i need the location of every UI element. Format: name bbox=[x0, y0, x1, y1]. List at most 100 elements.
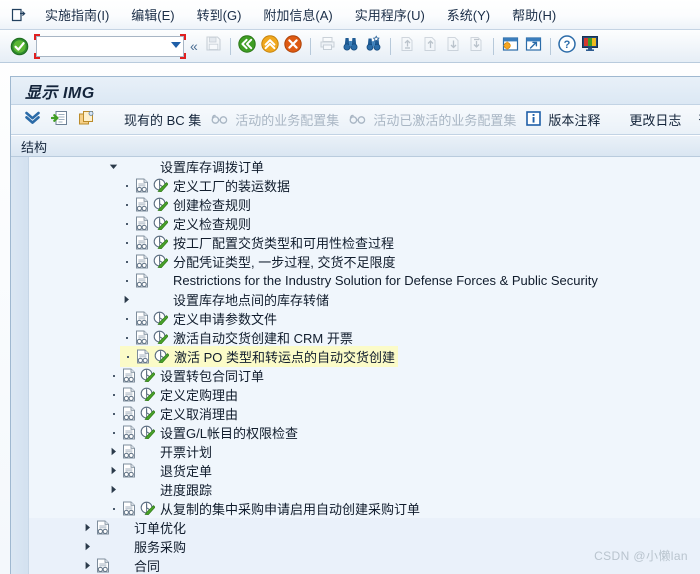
cancel-button[interactable] bbox=[282, 34, 305, 58]
img-activity-icon[interactable] bbox=[138, 499, 156, 518]
chevron-right-icon[interactable] bbox=[81, 556, 94, 574]
command-input[interactable] bbox=[36, 35, 184, 57]
tree-row[interactable]: 激活自动交货创建和 CRM 开票 bbox=[29, 328, 700, 347]
tree-row[interactable]: 定义申请参数文件 bbox=[29, 309, 700, 328]
chevron-right-icon[interactable] bbox=[81, 518, 94, 537]
menu-item-help[interactable]: 帮助(H) bbox=[501, 3, 567, 26]
first-page-button[interactable] bbox=[396, 35, 419, 58]
menu-item-implementation-guide[interactable]: 实施指南(I) bbox=[34, 3, 120, 26]
img-documentation-icon[interactable] bbox=[94, 556, 112, 574]
tree-row-label[interactable]: 订单优化 bbox=[130, 518, 186, 537]
existing-bc-sets-button[interactable]: 现有的 BC 集 bbox=[112, 108, 206, 132]
tree-row-label[interactable]: 激活自动交货创建和 CRM 开票 bbox=[169, 328, 353, 347]
tree-row[interactable]: 定义定购理由 bbox=[29, 385, 700, 404]
tree-row[interactable]: 进度跟踪 bbox=[29, 480, 700, 499]
img-documentation-icon[interactable] bbox=[133, 328, 151, 347]
tree-row-label[interactable]: 定义取消理由 bbox=[156, 404, 238, 423]
img-documentation-icon[interactable] bbox=[120, 461, 138, 480]
tree-row[interactable]: 按工厂配置交货类型和可用性检查过程 bbox=[29, 233, 700, 252]
column-header-structure[interactable]: 结构 bbox=[21, 137, 47, 156]
img-documentation-icon[interactable] bbox=[133, 271, 151, 290]
create-session-button[interactable] bbox=[499, 35, 522, 58]
img-activity-icon[interactable] bbox=[138, 366, 156, 385]
tree-row[interactable]: 退货定单 bbox=[29, 461, 700, 480]
chevron-down-icon[interactable] bbox=[107, 157, 120, 176]
expand-node-button[interactable] bbox=[46, 108, 73, 132]
img-activity-icon[interactable] bbox=[151, 252, 169, 271]
create-shortcut-button[interactable] bbox=[522, 35, 545, 58]
img-activity-icon[interactable] bbox=[151, 176, 169, 195]
tree-row[interactable]: 设置库存调拨订单 bbox=[29, 157, 700, 176]
menu-item-utilities[interactable]: 实用程序(U) bbox=[344, 3, 436, 26]
double-chevron-left-icon[interactable]: « bbox=[186, 35, 202, 58]
tree-row-label[interactable]: 分配凭证类型, 一步过程, 交货不足限度 bbox=[169, 252, 395, 271]
img-documentation-icon[interactable] bbox=[133, 309, 151, 328]
tree-row-label[interactable]: 定义定购理由 bbox=[156, 385, 238, 404]
menu-item-additional-information[interactable]: 附加信息(A) bbox=[252, 3, 343, 26]
activated-business-config-sets-button[interactable]: 活动已激活的业务配置集 bbox=[344, 108, 521, 132]
img-documentation-icon[interactable] bbox=[120, 442, 138, 461]
layout-menu-button[interactable] bbox=[579, 35, 602, 58]
tree-row[interactable]: 定义取消理由 bbox=[29, 404, 700, 423]
print-button[interactable] bbox=[316, 35, 339, 58]
tree-row[interactable]: 订单优化 bbox=[29, 518, 700, 537]
img-activity-icon[interactable] bbox=[138, 423, 156, 442]
save-button[interactable] bbox=[202, 35, 225, 58]
img-documentation-icon[interactable] bbox=[133, 214, 151, 233]
tree-row-label[interactable]: 从复制的集中采购申请启用自动创建采购订单 bbox=[156, 499, 420, 518]
green-check-enter-icon[interactable] bbox=[8, 35, 30, 57]
previous-page-button[interactable] bbox=[419, 35, 442, 58]
menu-item-goto[interactable]: 转到(G) bbox=[186, 3, 253, 26]
tree-row-label[interactable]: 进度跟踪 bbox=[156, 480, 212, 499]
tree-row-label[interactable]: 创建检查规则 bbox=[169, 195, 251, 214]
img-activity-icon[interactable] bbox=[151, 195, 169, 214]
img-activity-icon[interactable] bbox=[151, 233, 169, 252]
tree-row-label[interactable]: 定义检查规则 bbox=[169, 214, 251, 233]
img-activity-icon[interactable] bbox=[138, 404, 156, 423]
tree-row[interactable]: 从复制的集中采购申请启用自动创建采购订单 bbox=[29, 499, 700, 518]
img-documentation-icon[interactable] bbox=[120, 366, 138, 385]
img-activity-icon[interactable] bbox=[151, 309, 169, 328]
tree-row[interactable]: 服务采购 bbox=[29, 537, 700, 556]
help-button[interactable]: ? bbox=[556, 34, 579, 58]
collapse-all-button[interactable] bbox=[19, 108, 46, 132]
img-documentation-icon[interactable] bbox=[120, 404, 138, 423]
img-documentation-icon[interactable] bbox=[134, 347, 152, 366]
img-documentation-icon[interactable] bbox=[133, 176, 151, 195]
menu-item-system[interactable]: 系统(Y) bbox=[436, 3, 501, 26]
tree-row-label[interactable]: 设置库存地点间的库存转储 bbox=[169, 290, 329, 309]
tree-row-label[interactable]: 定义申请参数文件 bbox=[169, 309, 277, 328]
tree-row[interactable]: 设置库存地点间的库存转储 bbox=[29, 290, 700, 309]
find-next-button[interactable] bbox=[362, 35, 385, 58]
tree-row-label[interactable]: 定义工厂的装运数据 bbox=[169, 176, 290, 195]
img-documentation-icon[interactable] bbox=[133, 252, 151, 271]
tree-row[interactable]: 分配凭证类型, 一步过程, 交货不足限度 bbox=[29, 252, 700, 271]
tree-row-label[interactable]: 激活 PO 类型和转运点的自动交货创建 bbox=[170, 347, 395, 366]
tree-row-label[interactable]: 设置转包合同订单 bbox=[156, 366, 264, 385]
tree-row[interactable]: 设置G/L帐目的权限检查 bbox=[29, 423, 700, 442]
chevron-right-icon[interactable] bbox=[107, 442, 120, 461]
tree-row-label[interactable]: 按工厂配置交货类型和可用性检查过程 bbox=[169, 233, 394, 252]
tree-row-label[interactable]: 合同 bbox=[130, 556, 160, 574]
tree-row-label[interactable]: 设置G/L帐目的权限检查 bbox=[156, 423, 298, 442]
system-menu-icon[interactable] bbox=[8, 6, 28, 24]
img-activity-icon[interactable] bbox=[152, 347, 170, 366]
tree-row[interactable]: 合同 bbox=[29, 556, 700, 574]
otherwise-button[interactable]: 否则使 bbox=[686, 108, 700, 132]
find-button[interactable] bbox=[339, 35, 362, 58]
change-log-button[interactable]: 更改日志 bbox=[617, 108, 686, 132]
chevron-right-icon[interactable] bbox=[107, 480, 120, 499]
img-documentation-icon[interactable] bbox=[133, 195, 151, 214]
menu-item-edit[interactable]: 编辑(E) bbox=[120, 3, 185, 26]
img-documentation-icon[interactable] bbox=[133, 233, 151, 252]
chevron-right-icon[interactable] bbox=[81, 537, 94, 556]
img-documentation-icon[interactable] bbox=[94, 518, 112, 537]
tree-row[interactable]: 定义检查规则 bbox=[29, 214, 700, 233]
chevron-right-icon[interactable] bbox=[120, 290, 133, 309]
chevron-right-icon[interactable] bbox=[107, 461, 120, 480]
tree-row[interactable]: 创建检查规则 bbox=[29, 195, 700, 214]
tree-row[interactable]: 设置转包合同订单 bbox=[29, 366, 700, 385]
img-activity-icon[interactable] bbox=[151, 328, 169, 347]
back-button[interactable] bbox=[236, 34, 259, 58]
img-documentation-icon[interactable] bbox=[120, 423, 138, 442]
